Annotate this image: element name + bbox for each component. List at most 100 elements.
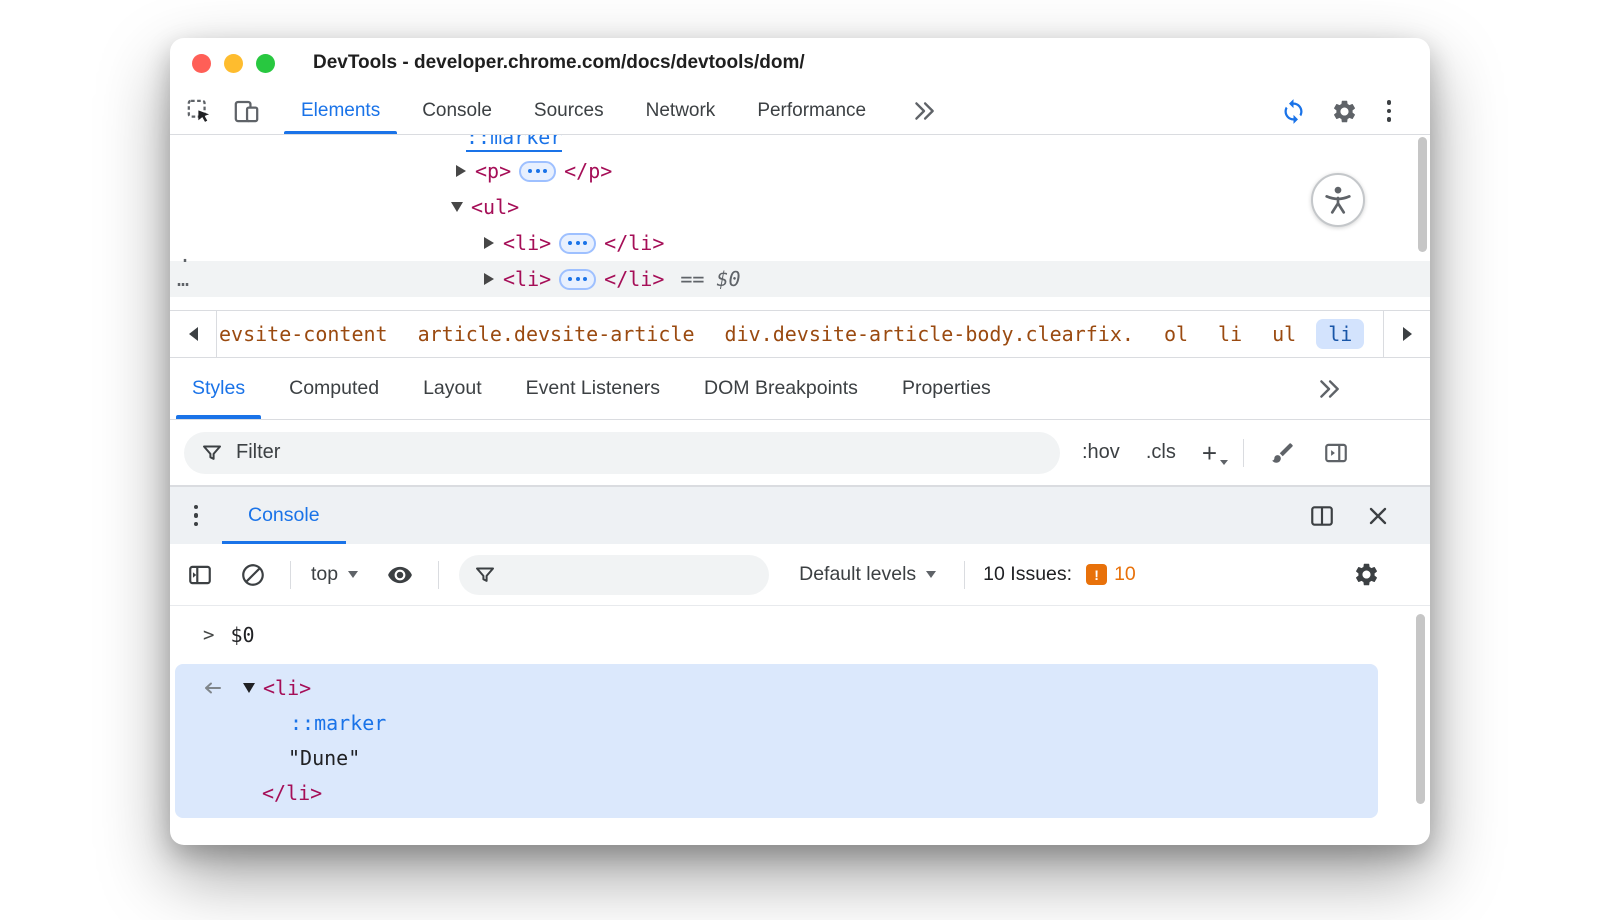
breadcrumb-item-ol[interactable]: ol <box>1164 322 1188 346</box>
console-sidebar-icon[interactable] <box>186 562 214 588</box>
console-command-row[interactable]: > $0 <box>170 618 1430 652</box>
tab-layout-label: Layout <box>423 377 482 400</box>
breadcrumb-bar: evsite-content article.devsite-article d… <box>170 310 1430 358</box>
tab-styles-label: Styles <box>192 377 245 400</box>
close-window-button[interactable] <box>192 54 211 73</box>
window-title: DevTools - developer.chrome.com/docs/dev… <box>313 52 805 74</box>
breadcrumb-item-div[interactable]: div.devsite-article-body.clearfix. <box>725 322 1134 346</box>
breadcrumb-item-li[interactable]: li <box>1218 322 1242 346</box>
accessibility-icon[interactable] <box>1311 173 1365 227</box>
expand-arrow-icon[interactable] <box>484 273 494 285</box>
drawer-kebab-menu-icon[interactable] <box>170 487 222 544</box>
toggle-class-button[interactable]: .cls <box>1146 441 1176 464</box>
collapse-arrow-icon[interactable] <box>451 202 463 212</box>
close-icon[interactable] <box>1366 504 1390 528</box>
console-filter-input[interactable] <box>507 564 755 586</box>
li-open-tag: <li> <box>503 267 551 291</box>
more-tabs-icon[interactable] <box>911 88 937 134</box>
split-panel-icon[interactable] <box>1308 503 1336 529</box>
dollar-zero-hint: == $0 <box>680 267 740 291</box>
styles-filter-field[interactable] <box>184 432 1060 474</box>
tab-dom-breakpoints[interactable]: DOM Breakpoints <box>682 358 880 419</box>
styles-filter-input[interactable] <box>236 441 1044 464</box>
tab-dom-breakpoints-label: DOM Breakpoints <box>704 377 858 400</box>
tab-sources[interactable]: Sources <box>513 88 625 134</box>
context-selector-label: top <box>311 563 338 586</box>
console-scrollbar[interactable] <box>1416 614 1425 804</box>
p-close-tag: </p> <box>564 159 612 183</box>
tab-computed[interactable]: Computed <box>267 358 401 419</box>
kebab-menu-icon[interactable] <box>1382 100 1396 122</box>
tab-computed-label: Computed <box>289 377 379 400</box>
console-filter-field[interactable] <box>459 555 769 595</box>
breadcrumb-item-article[interactable]: article.devsite-article <box>418 322 695 346</box>
device-toolbar-icon[interactable] <box>233 98 260 125</box>
console-prompt-icon: > <box>203 624 214 646</box>
issue-icon: ! <box>1086 564 1107 585</box>
expand-arrow-icon[interactable] <box>484 237 494 249</box>
toggle-sidebar-icon[interactable] <box>1322 440 1350 466</box>
expand-arrow-icon[interactable] <box>456 165 466 177</box>
more-tabs-icon[interactable] <box>1316 358 1342 419</box>
tab-properties[interactable]: Properties <box>880 358 1013 419</box>
inline-expand-icon[interactable] <box>559 233 596 254</box>
fullscreen-window-button[interactable] <box>256 54 275 73</box>
sync-icon[interactable] <box>1280 98 1307 125</box>
tab-console-label: Console <box>422 100 492 122</box>
toggle-hover-state-button[interactable]: :hov <box>1082 441 1120 464</box>
styles-filter-bar: :hov .cls + <box>170 420 1430 486</box>
tab-network-label: Network <box>646 100 716 122</box>
styles-filter-controls: :hov .cls + <box>1082 439 1350 467</box>
dom-node-li-selected[interactable]: <li> </li> == $0 <box>170 261 1430 297</box>
live-expression-eye-icon[interactable] <box>386 562 414 588</box>
breadcrumb-item-devsite-content[interactable]: evsite-content <box>219 322 388 346</box>
result-line-li-open: <li> <box>175 670 1378 705</box>
li-close-tag: </li> <box>604 267 664 291</box>
output-arrow-icon <box>201 680 223 696</box>
breadcrumb-scroll-right[interactable] <box>1383 311 1430 357</box>
dom-node-p[interactable]: <p> </p> <box>170 153 1430 189</box>
tab-elements[interactable]: Elements <box>280 88 401 134</box>
dom-node-li[interactable]: <li> </li> <box>170 225 1430 261</box>
breadcrumb-scroll-left[interactable] <box>170 311 217 357</box>
tab-event-listeners[interactable]: Event Listeners <box>504 358 682 419</box>
clear-console-icon[interactable] <box>240 562 266 588</box>
tab-styles[interactable]: Styles <box>170 358 267 419</box>
tab-layout[interactable]: Layout <box>401 358 504 419</box>
marker-pseudo-label: ::marker <box>466 135 562 152</box>
result-li-close-tag: </li> <box>262 781 322 805</box>
traffic-lights <box>192 54 275 73</box>
chevron-left-icon <box>189 327 198 341</box>
inline-expand-icon[interactable] <box>519 161 556 182</box>
kebab-dots <box>189 505 203 527</box>
settings-gear-icon[interactable] <box>1331 98 1358 125</box>
screenshot-stage: DevTools - developer.chrome.com/docs/dev… <box>0 0 1600 920</box>
inspect-element-icon[interactable] <box>186 98 213 125</box>
minimize-window-button[interactable] <box>224 54 243 73</box>
tab-console[interactable]: Console <box>401 88 513 134</box>
breadcrumb-item-li-selected[interactable]: li <box>1316 319 1364 349</box>
log-levels-dropdown[interactable]: Default levels <box>799 563 936 586</box>
result-line-li-close: </li> <box>175 775 1378 810</box>
issues-counter[interactable]: 10 Issues: ! 10 <box>983 563 1136 586</box>
drawer-tab-console[interactable]: Console <box>222 487 346 544</box>
toolbar-left-icons <box>186 88 260 134</box>
breadcrumb-item-ul[interactable]: ul <box>1272 322 1296 346</box>
console-result-selected[interactable]: <li> ::marker "Dune" </li> <box>175 664 1378 818</box>
result-line-text: "Dune" <box>175 740 1378 775</box>
tab-performance[interactable]: Performance <box>736 88 887 134</box>
chevron-down-icon <box>348 571 358 578</box>
new-style-rule-button[interactable]: + <box>1202 440 1217 466</box>
tab-network[interactable]: Network <box>625 88 737 134</box>
devtools-window: DevTools - developer.chrome.com/docs/dev… <box>170 38 1430 845</box>
rendering-brush-icon[interactable] <box>1270 440 1296 466</box>
context-selector-dropdown[interactable]: top <box>311 563 358 586</box>
inline-expand-icon[interactable] <box>559 269 596 290</box>
collapse-arrow-icon[interactable] <box>243 683 255 693</box>
ul-open-tag: <ul> <box>471 195 519 219</box>
issues-label: 10 Issues: <box>983 563 1072 586</box>
dom-node-ul[interactable]: <ul> <box>170 189 1430 225</box>
console-settings-gear-icon[interactable] <box>1353 561 1380 588</box>
dom-tree-scrollbar[interactable] <box>1418 137 1427 252</box>
result-text-node: "Dune" <box>288 746 360 770</box>
